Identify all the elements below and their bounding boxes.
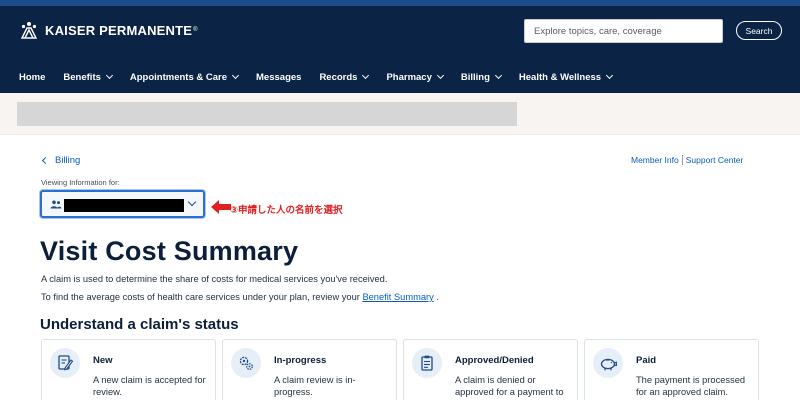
desc-prefix: To find the average costs of health care… (41, 292, 363, 302)
gears-icon (231, 348, 261, 378)
redacted-banner (17, 102, 517, 126)
chevron-down-icon (105, 71, 113, 80)
nav-item-messages[interactable]: Messages (256, 72, 301, 83)
status-card-title: Approved/Denied (455, 355, 534, 366)
brand-registered-mark: ® (193, 27, 198, 33)
nav-item-label: Pharmacy (386, 71, 432, 83)
clipboard-checklist-icon (412, 348, 442, 378)
annotation-text: ③申請した人の名前を選択 (230, 205, 343, 216)
claim-status-heading: Understand a claim's status (40, 316, 239, 333)
utility-links: Member Info Support Center (631, 155, 743, 165)
chevron-down-icon (436, 71, 444, 80)
back-to-billing-link[interactable]: Billing (41, 155, 81, 166)
status-card-new: New A new claim is accepted for review. (41, 339, 216, 400)
page-title: Visit Cost Summary (40, 236, 299, 266)
nav-item-label: Records (319, 71, 358, 83)
status-card-text: A claim review is in-progress. (274, 375, 356, 397)
viewing-label: Viewing Information for: (41, 178, 120, 187)
chevron-down-icon (362, 71, 370, 80)
nav-item-pharmacy[interactable]: Pharmacy (386, 71, 444, 83)
annotation-arrow-icon (211, 200, 231, 214)
nav-item-label: Health & Wellness (518, 71, 602, 83)
search-button[interactable]: Search (736, 21, 782, 40)
status-card-title: In-progress (274, 355, 327, 366)
piggy-bank-icon (593, 348, 623, 378)
main-nav: Home Benefits Appointments & Care Messages R… (19, 69, 630, 85)
member-select[interactable] (40, 190, 205, 218)
redacted-member-name (64, 199, 184, 212)
search-input[interactable] (524, 19, 723, 43)
site-header: KAISER PERMANENTE ® Search Home Benefits A… (0, 6, 800, 93)
nav-item-label: Benefits (63, 71, 101, 83)
nav-item-health-wellness[interactable]: Health & Wellness (518, 71, 614, 83)
benefit-summary-text: To find the average costs of health care… (41, 292, 439, 302)
desc-suffix: . (433, 292, 439, 302)
status-card-paid: Paid The payment is processed for an app… (584, 339, 759, 400)
brand-name: KAISER PERMANENTE (45, 22, 193, 38)
people-icon (50, 200, 62, 209)
nav-item-home[interactable]: Home (19, 72, 45, 83)
chevron-down-icon (231, 71, 240, 80)
chevron-down-icon (494, 71, 502, 80)
nav-item-appointments-care[interactable]: Appointments & Care (129, 71, 240, 83)
back-link-label: Billing (55, 155, 81, 166)
kp-logo-icon (19, 21, 39, 39)
chevron-down-icon (187, 197, 197, 207)
nav-item-records[interactable]: Records (319, 71, 370, 83)
page-description: A claim is used to determine the share o… (41, 274, 388, 284)
status-card-text: A new claim is accepted for review. (93, 375, 206, 397)
support-center-link[interactable]: Support Center (686, 155, 744, 165)
status-card-in-progress: In-progress A claim review is in-progres… (222, 339, 397, 400)
status-card-text: The payment is processed for an approved… (636, 375, 746, 397)
status-card-text: A claim is denied or approved for a paym… (455, 375, 564, 400)
benefit-summary-link[interactable]: Benefit Summary (362, 292, 433, 302)
nav-item-label: Billing (460, 71, 490, 83)
status-card-title: Paid (636, 355, 657, 366)
chevron-left-icon (41, 156, 50, 165)
nav-item-benefits[interactable]: Benefits (63, 71, 113, 83)
nav-item-label: Messages (256, 71, 302, 83)
nav-item-billing[interactable]: Billing (460, 71, 502, 83)
member-info-link[interactable]: Member Info (631, 155, 679, 165)
nav-item-label: Appointments & Care (129, 71, 228, 83)
chevron-down-icon (606, 71, 614, 80)
kaiser-logo[interactable]: KAISER PERMANENTE ® (19, 21, 198, 39)
banner-band (0, 93, 800, 135)
status-card-title: New (93, 355, 113, 366)
status-card-approved-denied: Approved/Denied A claim is denied or app… (403, 339, 578, 400)
pencil-document-icon (50, 348, 80, 378)
nav-item-label: Home (19, 71, 46, 83)
utility-divider (681, 155, 683, 165)
